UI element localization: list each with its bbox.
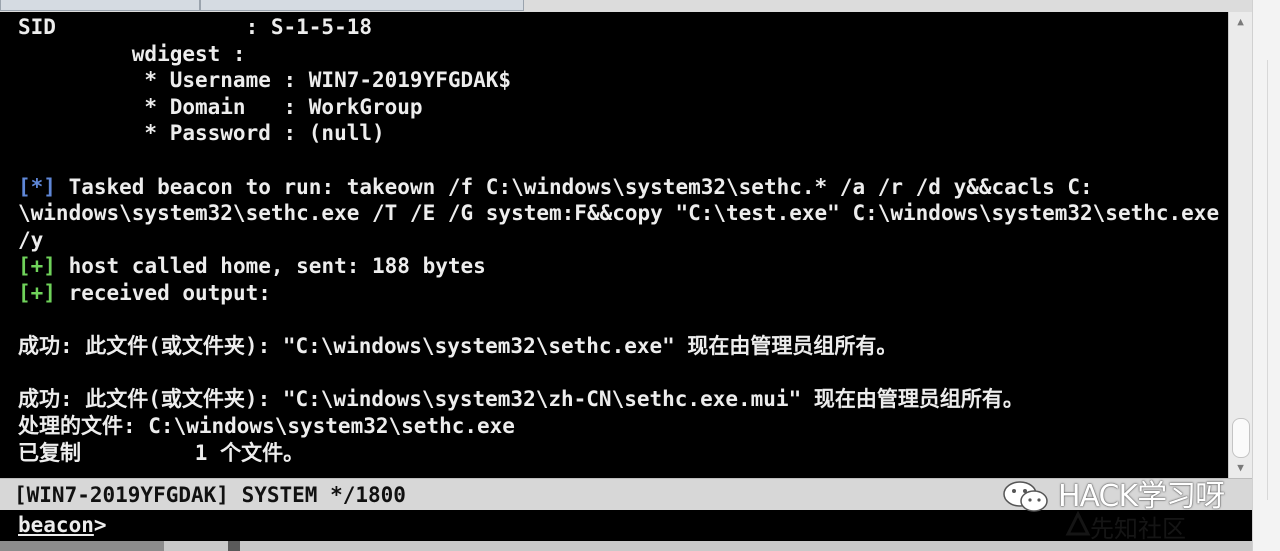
beacon-console-output: SID : S-1-5-18 wdigest : * Username : WI…: [0, 12, 1228, 478]
console-line: * Username : WIN7-2019YFGDAK$: [18, 67, 511, 93]
console-line: 成功: 此文件(或文件夹): "C:\windows\system32\seth…: [18, 333, 897, 359]
command-prompt[interactable]: beacon>: [18, 512, 107, 538]
wechat-icon: [1003, 481, 1048, 512]
chevron-up-icon[interactable]: ▲: [1232, 14, 1249, 30]
console-text: 成功: 此文件(或文件夹): "C:\windows\system32\zh-C…: [18, 387, 1024, 412]
console-text: wdigest :: [18, 41, 246, 66]
console-text: host called home, sent: 188 bytes: [55, 254, 486, 279]
xianzhi-logo-icon: [1065, 510, 1091, 536]
watermark-sub-text: 先知社区: [1090, 515, 1186, 543]
tab-bar: [0, 0, 1280, 12]
console-line: SID : S-1-5-18: [18, 14, 372, 40]
console-line: wdigest :: [18, 41, 246, 67]
vertical-scrollbar[interactable]: ▲ ▼: [1228, 12, 1253, 478]
console-line: [+] host called home, sent: 188 bytes: [18, 253, 486, 279]
console-line: 处理的文件: C:\windows\system32\sethc.exe: [18, 413, 515, 439]
console-line: \windows\system32\sethc.exe /T /E /G sys…: [18, 200, 1219, 226]
console-text: Tasked beacon to run: takeown /f C:\wind…: [55, 174, 1093, 199]
prompt-symbol: >: [93, 513, 107, 537]
bottom-tab-1[interactable]: [0, 541, 164, 551]
console-line: 已复制 1 个文件。: [18, 440, 304, 466]
console-line: * Domain : WorkGroup: [18, 94, 423, 120]
console-tag: [+]: [18, 254, 56, 279]
console-line: 成功: 此文件(或文件夹): "C:\windows\system32\zh-C…: [18, 386, 1024, 412]
console-text: 已复制 1 个文件。: [18, 440, 305, 465]
console-text: 成功: 此文件(或文件夹): "C:\windows\system32\seth…: [18, 334, 898, 359]
bottom-tab-2[interactable]: [228, 541, 240, 551]
console-text: /y: [18, 227, 44, 252]
status-text: [WIN7-2019YFGDAK] SYSTEM */1800: [14, 483, 406, 507]
right-side-panel: [1252, 0, 1280, 551]
console-text: received output:: [55, 281, 271, 305]
panel-divider: [1267, 60, 1268, 500]
console-line: * Password : (null): [18, 120, 385, 146]
tab-1[interactable]: [0, 0, 200, 11]
console-line: [*] Tasked beacon to run: takeown /f C:\…: [18, 174, 1093, 200]
console-text: 处理的文件: C:\windows\system32\sethc.exe: [18, 414, 515, 438]
tab-2[interactable]: [200, 0, 524, 11]
console-text: SID : S-1-5-18: [18, 15, 373, 39]
console-line: [+] received output:: [18, 280, 271, 306]
console-text: \windows\system32\sethc.exe /T /E /G sys…: [18, 201, 1220, 226]
console-text: * Domain : WorkGroup: [18, 94, 423, 119]
console-tag: [+]: [18, 281, 56, 305]
chevron-down-icon[interactable]: ▼: [1232, 460, 1249, 476]
console-tag: [*]: [18, 174, 56, 199]
console-text: * Username : WIN7-2019YFGDAK$: [18, 68, 512, 93]
scrollbar-thumb[interactable]: [1232, 418, 1250, 458]
console-text: * Password : (null): [18, 121, 385, 146]
watermark: HACK学习呀 先知社区: [1000, 476, 1252, 546]
prompt-name: beacon: [18, 513, 94, 537]
console-line: /y: [18, 227, 43, 253]
